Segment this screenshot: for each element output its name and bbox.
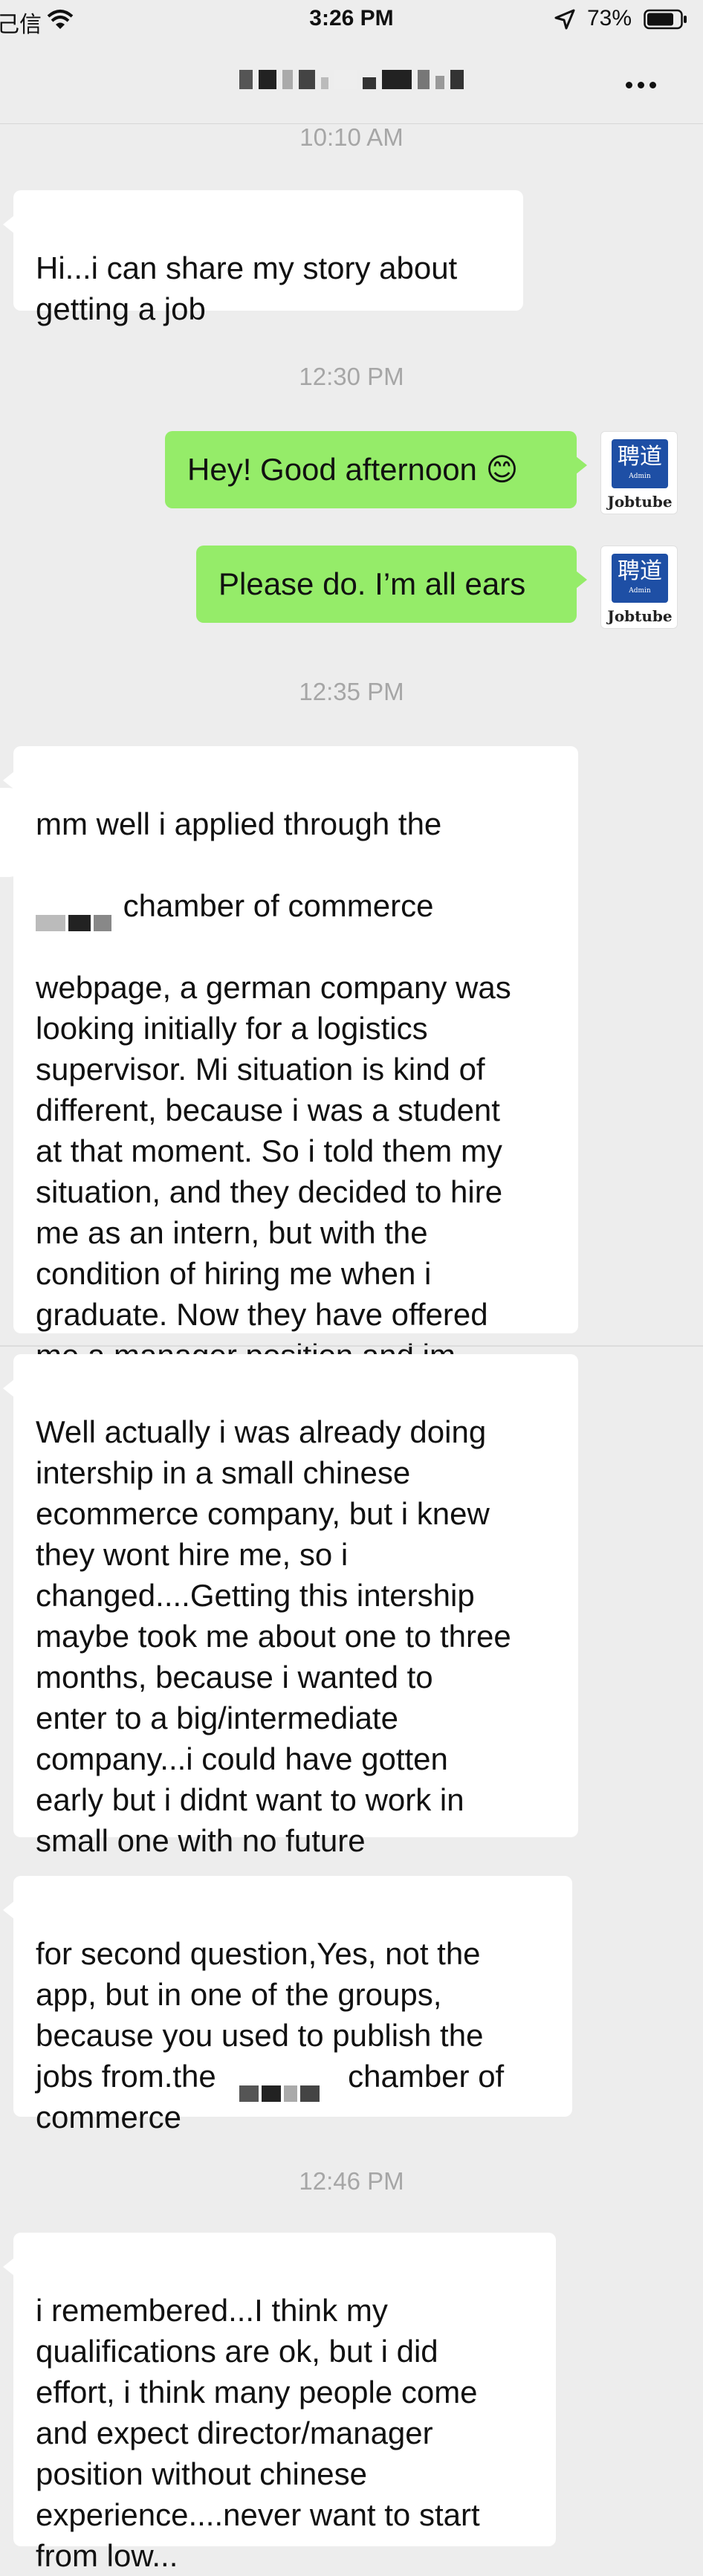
logo-chars: 聘道 bbox=[618, 558, 662, 584]
message-text-line2: chamber of commerce bbox=[114, 888, 434, 923]
incoming-message[interactable]: Hi...i can share my story about getting … bbox=[3, 190, 523, 326]
incoming-message[interactable]: Well actually i was already doing inters… bbox=[3, 1354, 578, 1858]
message-text-line1: mm well i applied through the bbox=[36, 806, 442, 841]
timestamp: 12:46 PM bbox=[299, 2167, 404, 2195]
message-text: Well actually i was already doing inters… bbox=[36, 1414, 511, 1858]
logo-sub: Admin bbox=[629, 587, 651, 595]
logo-name: Jobtube bbox=[607, 493, 673, 511]
logo-sub: Admin bbox=[629, 473, 651, 480]
timestamp: 12:30 PM bbox=[299, 363, 404, 390]
message-text: Hey! Good afternoon 😊 bbox=[187, 452, 519, 487]
message-text: Hi...i can share my story about getting … bbox=[36, 250, 458, 326]
jobtube-logo-icon: 聘道 Admin bbox=[612, 554, 668, 603]
incoming-message[interactable]: for second question,Yes, not the app, bu… bbox=[3, 1876, 572, 2135]
incoming-message[interactable]: i remembered...I think my qualifications… bbox=[3, 2233, 556, 2573]
jobtube-logo-icon: 聘道 Admin bbox=[612, 439, 668, 488]
avatar[interactable]: 聘道 Admin Jobtube bbox=[600, 546, 678, 629]
message-text-rest: ebpage, a german company was looking ini… bbox=[36, 970, 511, 1414]
divider bbox=[0, 1345, 703, 1347]
outgoing-message[interactable]: Please do. I’m all ears bbox=[196, 546, 587, 623]
battery-percent: 73% bbox=[587, 6, 632, 30]
chat-header bbox=[0, 42, 703, 124]
status-bar: 己信 3:26 PM 73% bbox=[0, 0, 703, 42]
chat-title-redacted bbox=[0, 70, 703, 89]
outgoing-message[interactable]: Hey! Good afternoon 😊 bbox=[165, 431, 587, 508]
redacted-city bbox=[36, 900, 114, 931]
avatar[interactable]: 聘道 Admin Jobtube bbox=[600, 431, 678, 514]
timestamp: 10:10 AM bbox=[299, 123, 404, 151]
message-text: Please do. I’m all ears bbox=[218, 566, 526, 601]
message-text: i remembered...I think my qualifications… bbox=[36, 2293, 480, 2573]
timestamp: 12:35 PM bbox=[299, 678, 404, 705]
incoming-message[interactable]: mm well i applied through the chamber of… bbox=[3, 746, 578, 1414]
message-text-line3: w bbox=[36, 970, 59, 1005]
location-arrow-icon bbox=[554, 9, 575, 30]
logo-chars: 聘道 bbox=[618, 444, 662, 470]
more-horizontal-icon[interactable] bbox=[626, 79, 664, 89]
logo-name: Jobtube bbox=[607, 607, 673, 625]
battery-icon bbox=[644, 9, 687, 30]
redacted-city bbox=[224, 2071, 339, 2102]
